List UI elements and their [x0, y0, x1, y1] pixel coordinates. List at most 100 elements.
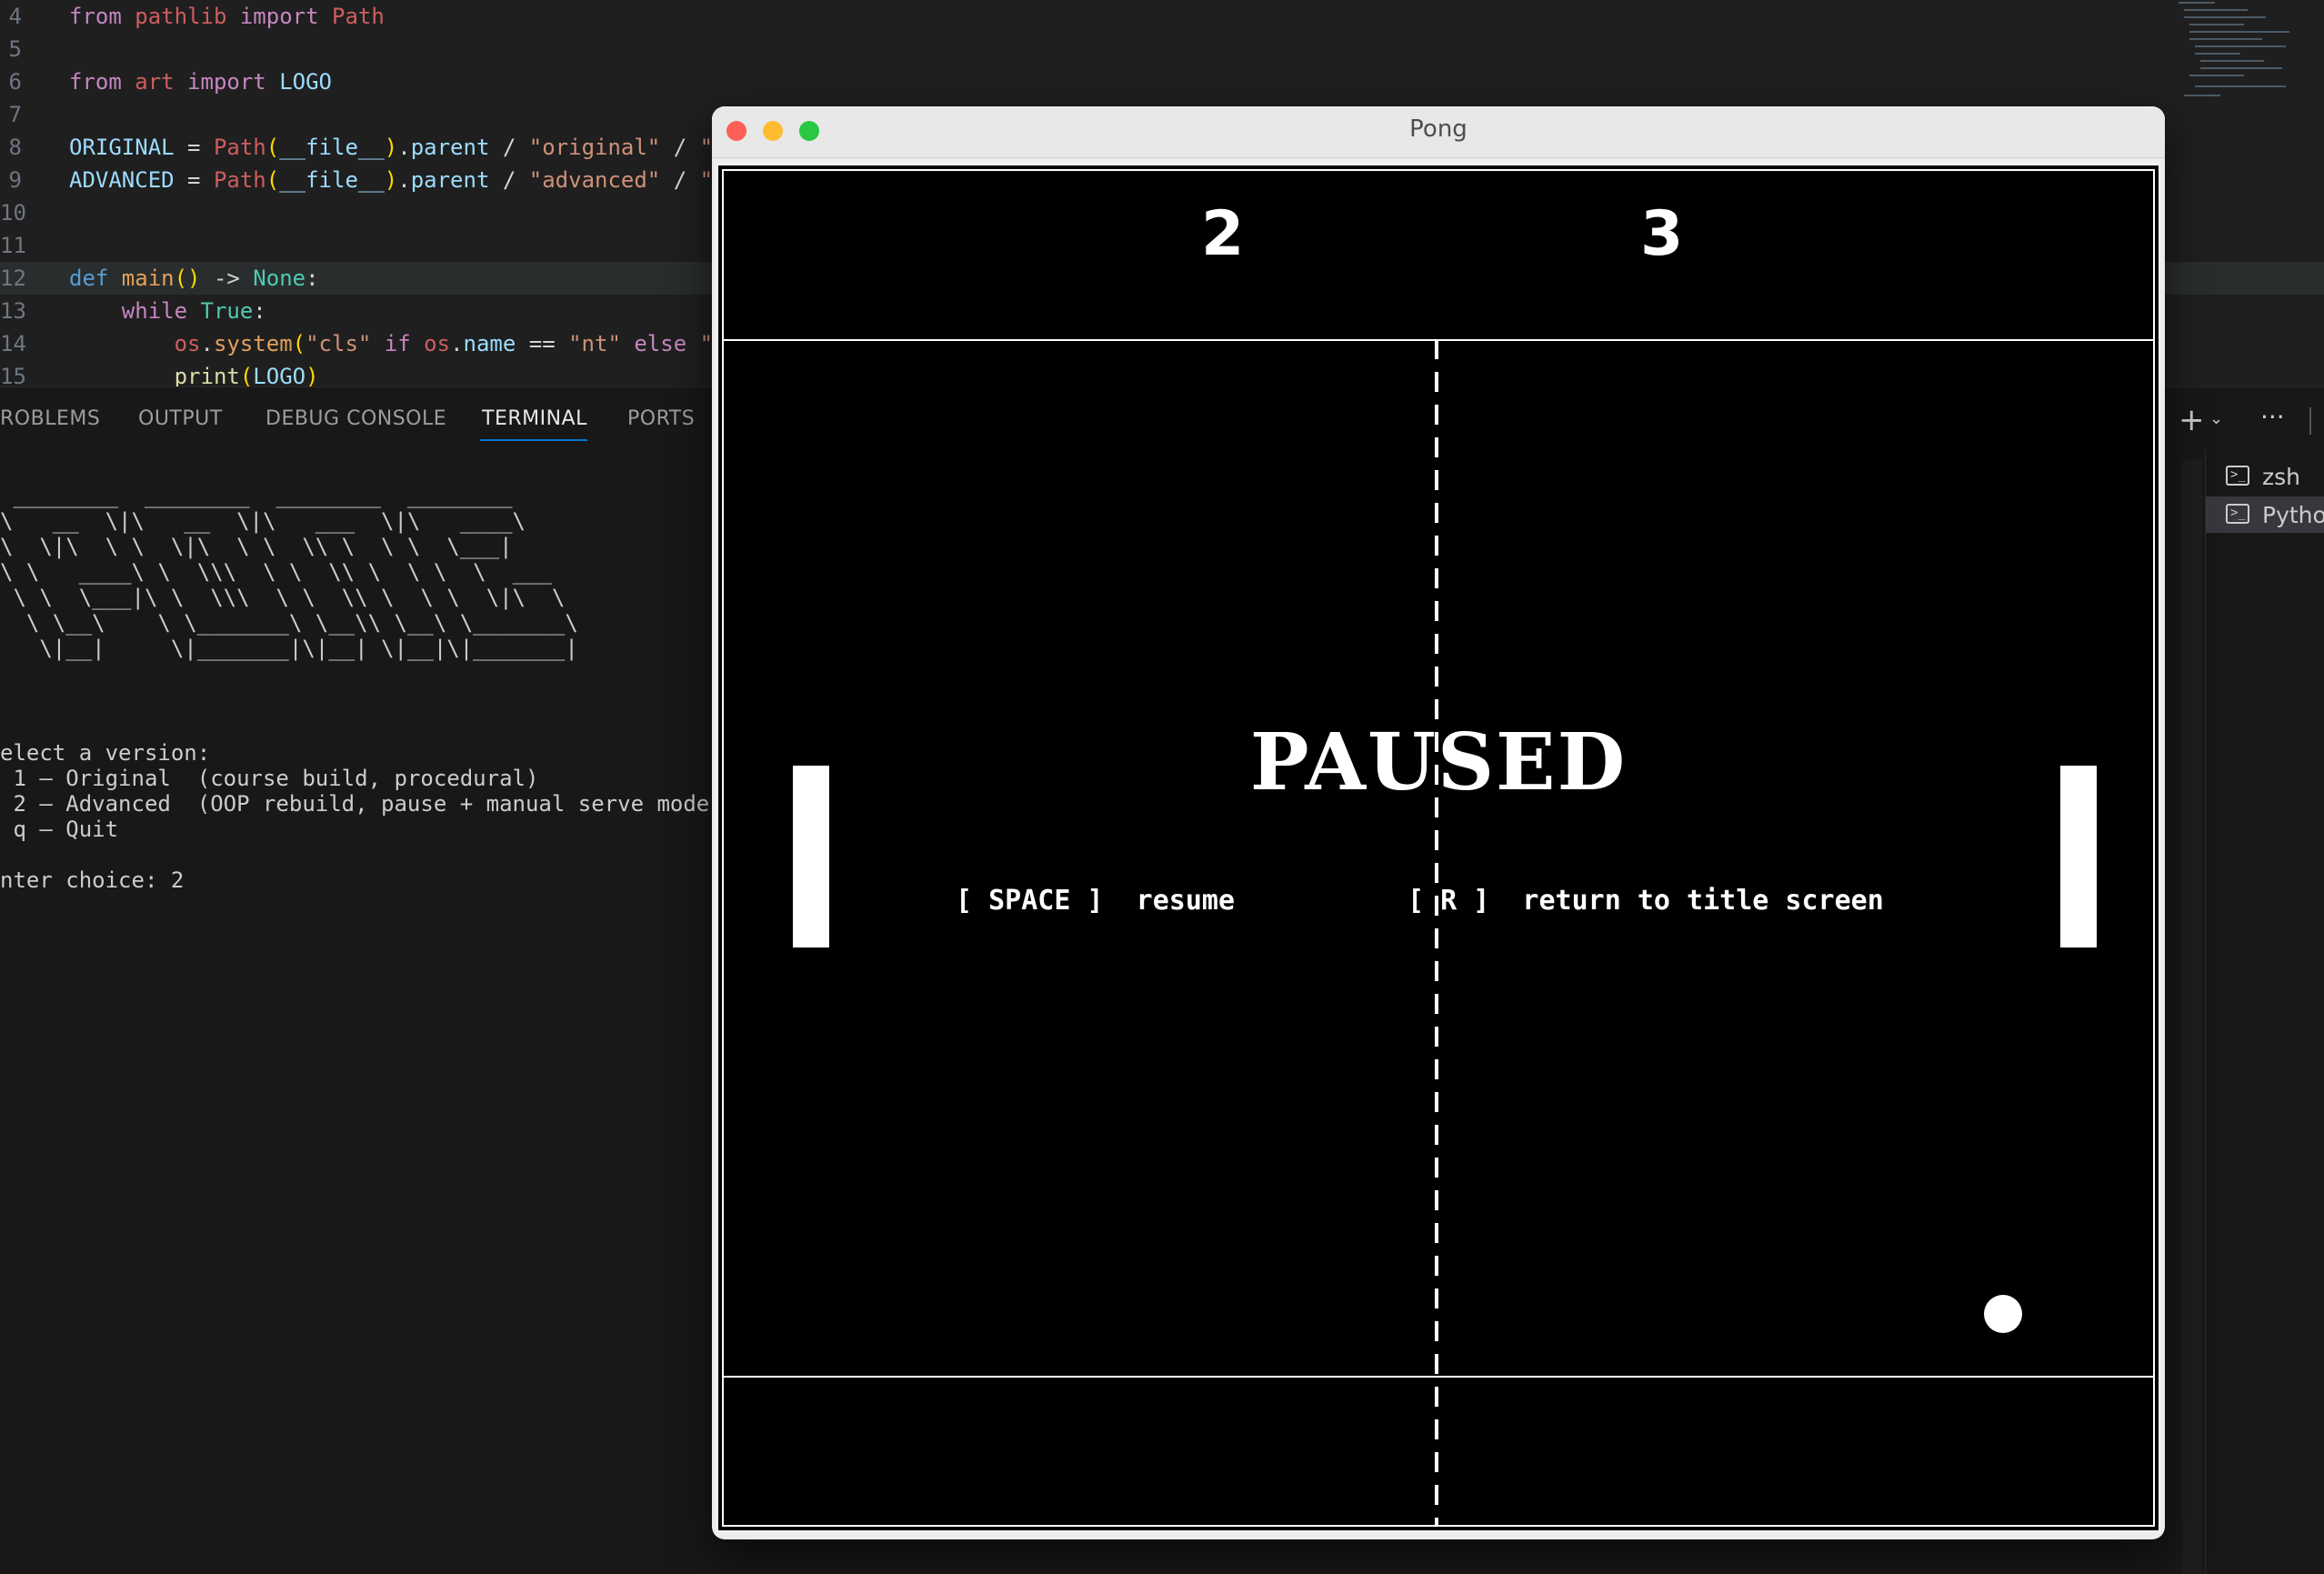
terminal-item-zsh[interactable]: >_ zsh [2206, 458, 2324, 495]
code-token: else [620, 331, 700, 356]
code-text: os.system("cls" if os.name == "nt" else … [69, 327, 713, 360]
code-text: def main() -> None: [69, 262, 319, 295]
minimap-line [2189, 38, 2262, 40]
code-text: from pathlib import Path [69, 0, 385, 33]
code-token: = [174, 135, 214, 160]
code-token: name [463, 331, 516, 356]
minimap-line [2200, 67, 2282, 69]
code-token: : [306, 266, 319, 291]
line-number: 8 [8, 135, 22, 160]
code-token: ( [265, 167, 280, 193]
code-token: __file__ [279, 135, 385, 160]
tab-problems[interactable]: ROBLEMS [0, 407, 100, 430]
code-token: Path [213, 167, 266, 193]
minimap-line [2189, 24, 2244, 25]
code-token: LOGO [279, 69, 332, 95]
code-token: ( [265, 135, 280, 160]
line-number: 13 [0, 298, 26, 324]
minimap-line [2189, 31, 2289, 33]
plus-icon[interactable]: + [2179, 402, 2205, 438]
code-token: True [200, 298, 254, 324]
tab-output[interactable]: OUTPUT [138, 407, 223, 430]
minimap-line [2184, 16, 2266, 18]
tab-terminal[interactable]: TERMINAL [482, 407, 587, 430]
line-number: 14 [0, 331, 26, 356]
code-token: os [174, 331, 201, 356]
minimap-line [2184, 95, 2220, 96]
resume-hint: [ SPACE ] resume [956, 885, 1236, 917]
code-line[interactable]: 4 from pathlib import Path [0, 0, 2324, 33]
code-token: "original" [528, 135, 661, 160]
code-token: parent [410, 135, 490, 160]
code-token: parent [410, 167, 490, 193]
code-token: ( [239, 364, 254, 386]
line-number: 11 [0, 233, 26, 258]
line-number: 15 [0, 364, 26, 386]
code-token: main [121, 266, 175, 291]
terminal-toolbar: + ⌄ ··· [2173, 402, 2324, 438]
line-number: 10 [0, 200, 26, 226]
minimap[interactable] [2179, 0, 2306, 109]
code-token: __file__ [279, 167, 385, 193]
window-title: Pong [1409, 115, 1468, 143]
code-token: () [174, 266, 201, 291]
code-token: ) [306, 364, 319, 386]
code-token: "nt" [568, 331, 621, 356]
code-token: . [450, 331, 464, 356]
minimap-line [2195, 53, 2240, 55]
code-token: ) [384, 135, 398, 160]
code-token: . [397, 135, 411, 160]
game-canvas[interactable]: 2 3 PAUSED [ SPACE ] resume [ R ] return… [722, 169, 2155, 1527]
terminal-label: Pytho [2262, 502, 2324, 528]
bottom-boundary-line [724, 1376, 2153, 1378]
game-frame: 2 3 PAUSED [ SPACE ] resume [ R ] return… [716, 163, 2161, 1533]
code-token: : [253, 298, 266, 324]
terminal-scrollbar[interactable] [2182, 460, 2202, 1574]
minimap-line [2179, 2, 2215, 4]
code-token: -> [200, 266, 254, 291]
tab-debug-console[interactable]: DEBUG CONSOLE [265, 407, 446, 430]
code-token: = [174, 167, 214, 193]
code-token: LOGO [253, 364, 306, 386]
left-score: 2 [1201, 198, 1245, 270]
terminal-list: >_ zsh >_ Pytho [2205, 449, 2324, 1574]
code-token: / [489, 167, 529, 193]
right-score: 3 [1640, 198, 1684, 270]
window-titlebar[interactable]: Pong [712, 106, 2165, 158]
more-icon[interactable]: ··· [2260, 402, 2285, 432]
code-text: print(LOGO) [69, 360, 319, 386]
minimap-line [2195, 85, 2286, 87]
code-token: "advanced" [528, 167, 661, 193]
line-number: 12 [0, 266, 26, 291]
code-line[interactable]: 6 from art import LOGO [0, 65, 2324, 98]
terminal-menu[interactable]: elect a version: 1 — Original (course bu… [0, 740, 723, 893]
tab-ports[interactable]: PORTS [627, 407, 695, 430]
paused-title: PAUSED [1249, 717, 1628, 808]
minimap-line [2189, 75, 2244, 76]
code-token: os [424, 331, 451, 356]
center-net [1435, 339, 1438, 1525]
code-text: ORIGINAL = Path(__file__).parent / "orig… [69, 131, 713, 164]
pong-window: Pong 2 3 PAUSED [ SPACE ] resume [ R ] r… [712, 106, 2165, 1539]
code-token: None [253, 266, 306, 291]
code-token: import [174, 69, 280, 95]
code-token: pathlib [135, 4, 227, 29]
code-text: from art import LOGO [69, 65, 332, 98]
line-number: 4 [8, 4, 22, 29]
code-token: == [516, 331, 569, 356]
minimap-line [2200, 60, 2264, 62]
top-boundary-line [724, 339, 2153, 341]
minimap-line [2184, 9, 2248, 11]
code-text: while True: [69, 295, 266, 327]
code-line[interactable]: 5 [0, 33, 2324, 65]
chevron-down-icon[interactable]: ⌄ [2209, 409, 2223, 428]
terminal-item-python[interactable]: >_ Pytho [2206, 496, 2324, 533]
code-token: if [371, 331, 425, 356]
code-token: while [121, 298, 201, 324]
code-token: . [200, 331, 214, 356]
code-token: " [699, 135, 714, 160]
return-hint: [ R ] return to title screen [1407, 885, 1884, 917]
terminal-icon: >_ [2226, 466, 2249, 486]
code-token: / [660, 167, 700, 193]
